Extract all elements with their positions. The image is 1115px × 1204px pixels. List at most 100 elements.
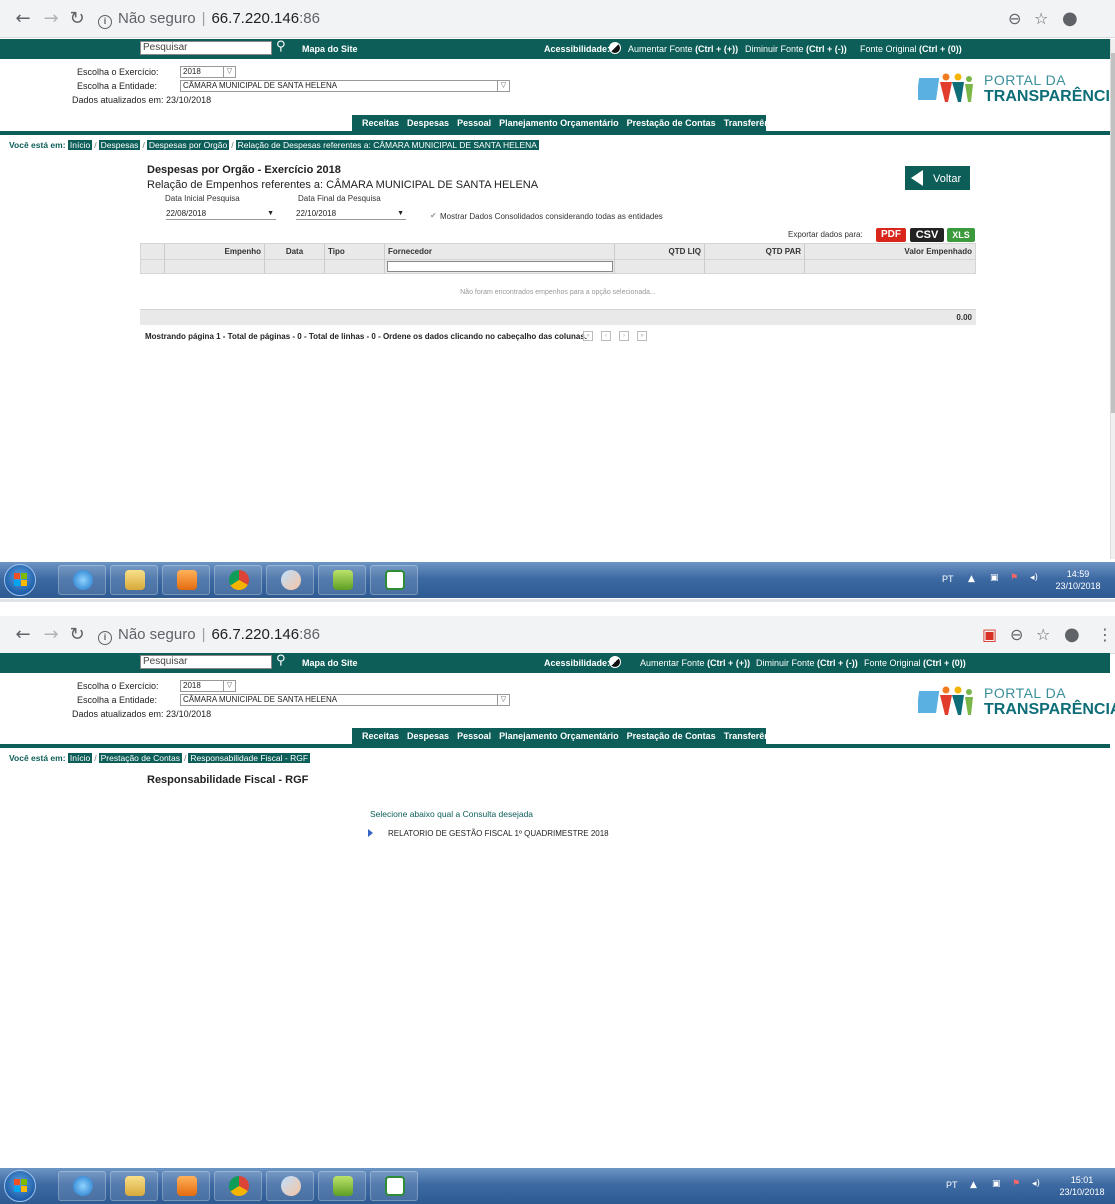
taskbar-ie[interactable] [58, 565, 106, 595]
zoom-icon[interactable]: ⊖ [1008, 8, 1021, 30]
start-button[interactable] [4, 1170, 36, 1202]
search-icon[interactable]: ⚲ [276, 39, 286, 54]
menu-planejamento[interactable]: Planejamento Orçamentário [499, 118, 619, 128]
menu-receitas[interactable]: Receitas [362, 731, 399, 741]
taskbar-media[interactable] [162, 1171, 210, 1201]
search-input[interactable]: Pesquisar [140, 655, 272, 669]
tray-volume-icon[interactable]: ◂) [1030, 573, 1038, 600]
year-select[interactable]: 2018 ▽ [180, 680, 236, 692]
dropdown-arrow-icon[interactable]: ▼ [267, 208, 274, 220]
date-start-input[interactable]: 22/08/2018 ▼ [166, 208, 276, 220]
entity-select[interactable]: CÂMARA MUNICIPAL DE SANTA HELENA ▽ [180, 694, 510, 706]
font-original-link[interactable]: Fonte Original (Ctrl + (0)) [864, 658, 966, 668]
taskbar-chrome[interactable] [214, 565, 262, 595]
export-xls-button[interactable]: XLS [947, 228, 975, 242]
col-empenho[interactable]: Empenho [165, 244, 265, 260]
taskbar-explorer[interactable] [110, 565, 158, 595]
tray-up-arrow-icon[interactable]: ▲ [970, 1180, 977, 1204]
menu-despesas[interactable]: Despesas [407, 118, 449, 128]
tray-up-arrow-icon[interactable]: ▲ [968, 574, 975, 600]
col-qtd-par[interactable]: QTD PAR [705, 244, 805, 260]
breadcrumb-despesas[interactable]: Despesas [98, 140, 141, 150]
reload-icon[interactable]: ↻ [66, 8, 88, 30]
export-csv-button[interactable]: CSV [910, 228, 944, 242]
portal-logo[interactable]: PORTAL DA TRANSPARÊNCIA [918, 679, 1115, 723]
star-icon[interactable]: ☆ [1036, 624, 1050, 646]
taskbar-explorer[interactable] [110, 1171, 158, 1201]
report-link[interactable]: RELATORIO DE GESTÃO FISCAL 1º QUADRIMEST… [388, 829, 609, 838]
start-button[interactable] [4, 564, 36, 596]
back-arrow-icon[interactable]: ← [12, 624, 34, 646]
breadcrumb-inicio[interactable]: Início [67, 753, 93, 763]
tray-flag-icon[interactable]: ⚑ [1010, 573, 1018, 600]
consolidated-checkbox[interactable]: ✔ [430, 211, 437, 220]
export-pdf-button[interactable]: PDF [876, 228, 906, 242]
taskbar-app[interactable] [318, 565, 366, 595]
menu-pessoal[interactable]: Pessoal [457, 731, 491, 741]
search-icon[interactable]: ⚲ [276, 653, 286, 668]
breadcrumb-prestacao[interactable]: Prestação de Contas [98, 753, 183, 763]
dropdown-arrow-icon[interactable]: ▼ [397, 208, 404, 220]
font-increase-link[interactable]: Aumentar Fonte (Ctrl + (+)) [640, 658, 750, 668]
next-page-icon[interactable]: › [619, 331, 629, 341]
fornecedor-filter-input[interactable] [387, 261, 613, 272]
breadcrumb-relacao[interactable]: Relação de Despesas referentes a: CÂMARA… [235, 140, 539, 150]
reload-icon[interactable]: ↻ [66, 624, 88, 646]
menu-transferencias[interactable]: Transferências [724, 731, 788, 741]
col-qtd-liq[interactable]: QTD LIQ [615, 244, 705, 260]
address-bar[interactable]: i Não seguro | 66.7.220.146:86 [98, 622, 968, 648]
menu-dots-icon[interactable]: ⋮ [1097, 624, 1113, 646]
menu-receitas[interactable]: Receitas [362, 118, 399, 128]
address-bar[interactable]: i Não seguro | 66.7.220.146:86 [98, 6, 968, 32]
last-page-icon[interactable]: » [637, 331, 647, 341]
taskbar-paint[interactable] [266, 1171, 314, 1201]
taskbar-media[interactable] [162, 565, 210, 595]
taskbar-spreadsheet[interactable] [370, 565, 418, 595]
year-select[interactable]: 2018 ▽ [180, 66, 236, 78]
tray-clock[interactable]: 14:59 23/10/2018 [1050, 568, 1106, 592]
search-input[interactable]: Pesquisar [140, 41, 272, 55]
font-original-link[interactable]: Fonte Original (Ctrl + (0)) [860, 44, 962, 54]
zoom-icon[interactable]: ⊖ [1010, 624, 1023, 646]
portal-logo[interactable]: PORTAL DA TRANSPARÊNCIA [918, 66, 1115, 110]
col-data[interactable]: Data [265, 244, 325, 260]
forward-arrow-icon[interactable]: → [40, 624, 62, 646]
tray-volume-icon[interactable]: ◂) [1032, 1179, 1040, 1204]
sitemap-link[interactable]: Mapa do Site [302, 658, 358, 668]
info-icon[interactable]: i [98, 631, 112, 645]
font-decrease-link[interactable]: Diminuir Fonte (Ctrl + (-)) [756, 658, 858, 668]
star-icon[interactable]: ☆ [1034, 8, 1048, 30]
tray-network-icon[interactable]: ▣ [990, 573, 999, 600]
sitemap-link[interactable]: Mapa do Site [302, 44, 358, 54]
breadcrumb-rgf[interactable]: Responsabilidade Fiscal - RGF [188, 753, 311, 763]
scrollbar[interactable] [1110, 39, 1115, 559]
tray-lang[interactable]: PT [942, 574, 954, 600]
back-button[interactable]: Voltar [905, 166, 970, 190]
menu-prestacao[interactable]: Prestação de Contas [627, 118, 716, 128]
taskbar-app[interactable] [318, 1171, 366, 1201]
back-arrow-icon[interactable]: ← [12, 8, 34, 30]
taskbar-ie[interactable] [58, 1171, 106, 1201]
info-icon[interactable]: i [98, 15, 112, 29]
profile-icon[interactable]: ● [1064, 624, 1080, 646]
menu-despesas[interactable]: Despesas [407, 731, 449, 741]
date-end-input[interactable]: 22/10/2018 ▼ [296, 208, 406, 220]
contrast-icon[interactable] [609, 42, 621, 54]
menu-planejamento[interactable]: Planejamento Orçamentário [499, 731, 619, 741]
first-page-icon[interactable]: « [583, 331, 593, 341]
breadcrumb-inicio[interactable]: Início [67, 140, 93, 150]
scrollbar-thumb[interactable] [1111, 53, 1115, 413]
contrast-icon[interactable] [609, 656, 621, 668]
entity-select[interactable]: CÂMARA MUNICIPAL DE SANTA HELENA ▽ [180, 80, 510, 92]
col-fornecedor[interactable]: Fornecedor [385, 244, 615, 260]
tray-network-icon[interactable]: ▣ [992, 1179, 1001, 1204]
taskbar-paint[interactable] [266, 565, 314, 595]
col-tipo[interactable]: Tipo [325, 244, 385, 260]
breadcrumb-despesas-orgao[interactable]: Despesas por Orgão [146, 140, 230, 150]
tray-flag-icon[interactable]: ⚑ [1012, 1179, 1020, 1204]
prev-page-icon[interactable]: ‹ [601, 331, 611, 341]
forward-arrow-icon[interactable]: → [40, 8, 62, 30]
taskbar-chrome[interactable] [214, 1171, 262, 1201]
taskbar-spreadsheet[interactable] [370, 1171, 418, 1201]
menu-transferencias[interactable]: Transferências [724, 118, 788, 128]
